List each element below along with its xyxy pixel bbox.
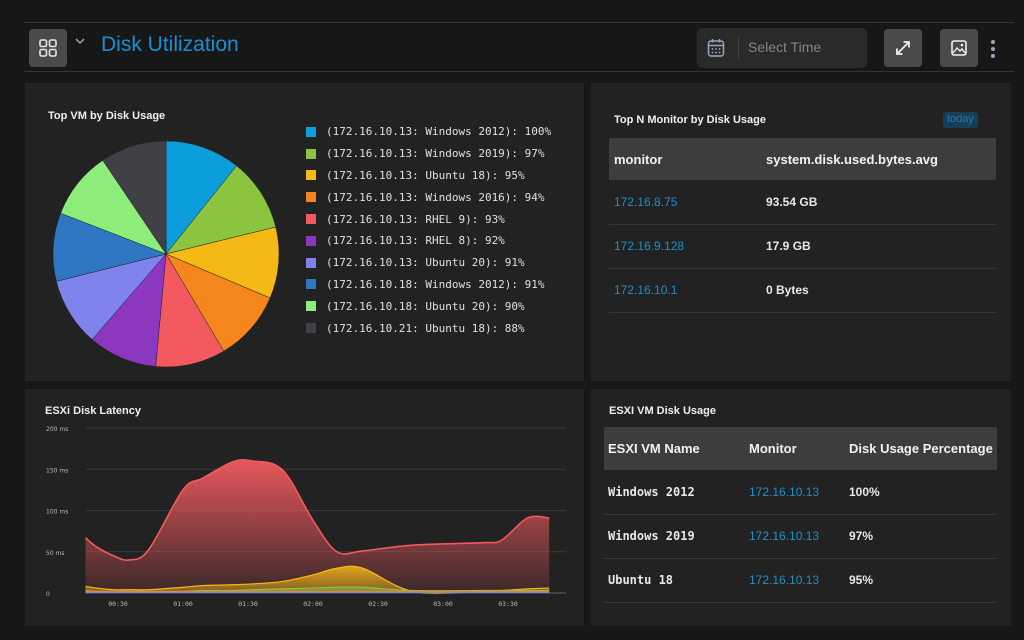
column-header-monitor[interactable]: monitor bbox=[609, 138, 766, 180]
x-tick-label: 03:30 bbox=[498, 600, 518, 608]
legend-label: (172.16.10.13: Windows 2016): 94% bbox=[326, 190, 545, 204]
table-header-row: monitor system.disk.used.bytes.avg bbox=[609, 138, 996, 180]
x-tick-label: 03:00 bbox=[433, 600, 453, 608]
column-header-vm-name[interactable]: ESXI VM Name bbox=[604, 427, 749, 470]
x-tick-label: 01:30 bbox=[238, 600, 258, 608]
y-tick-label: 100 ms bbox=[46, 509, 68, 516]
y-tick-label: 150 ms bbox=[46, 467, 68, 474]
legend-label: (172.16.10.21: Ubuntu 18): 88% bbox=[326, 321, 525, 335]
legend-item[interactable]: (172.16.10.13: Windows 2012): 100% bbox=[306, 121, 551, 143]
vm-name: Windows 2019 bbox=[604, 514, 749, 559]
legend-label: (172.16.10.18: Windows 2012): 91% bbox=[326, 277, 545, 291]
legend-label: (172.16.10.13: Ubuntu 18): 95% bbox=[326, 168, 525, 182]
disk-used-value: 17.9 GB bbox=[766, 224, 996, 269]
top-n-table: monitor system.disk.used.bytes.avg 172.1… bbox=[609, 138, 996, 313]
dashboard-header: Disk Utilization Select Time bbox=[24, 23, 1014, 72]
legend-swatch bbox=[306, 279, 316, 290]
legend-item[interactable]: (172.16.10.13: Windows 2019): 97% bbox=[306, 143, 551, 165]
legend-swatch bbox=[306, 257, 316, 268]
dashboard-menu-button[interactable] bbox=[29, 29, 67, 67]
vm-name: Ubuntu 18 bbox=[604, 558, 749, 603]
monitor-link[interactable]: 172.16.10.13 bbox=[749, 470, 849, 515]
esxi-vm-table: ESXI VM Name Monitor Disk Usage Percenta… bbox=[604, 427, 997, 603]
legend-item[interactable]: (172.16.10.13: RHEL 9): 93% bbox=[306, 208, 551, 230]
legend-label: (172.16.10.13: RHEL 9): 93% bbox=[326, 212, 505, 226]
table-row: Ubuntu 18 172.16.10.13 95% bbox=[604, 558, 997, 603]
top-n-monitor-panel: Top N Monitor by Disk Usage today monito… bbox=[591, 83, 1011, 381]
legend-swatch bbox=[306, 235, 316, 246]
pie-legend: (172.16.10.13: Windows 2012): 100% (172.1… bbox=[306, 121, 551, 339]
legend-swatch bbox=[306, 148, 316, 159]
panel-title: Top N Monitor by Disk Usage bbox=[614, 114, 766, 126]
legend-label: (172.16.10.18: Ubuntu 20): 90% bbox=[326, 299, 525, 313]
monitor-link[interactable]: 172.16.10.13 bbox=[749, 514, 849, 559]
top-vm-disk-usage-panel: Top VM by Disk Usage (172.16.10.13: Wind… bbox=[25, 83, 584, 381]
esxi-vm-disk-usage-panel: ESXI VM Disk Usage ESXI VM Name Monitor … bbox=[591, 389, 1011, 626]
legend-item[interactable]: (172.16.10.13: Windows 2016): 94% bbox=[306, 186, 551, 208]
disk-used-value: 93.54 GB bbox=[766, 180, 996, 225]
table-row: Windows 2012 172.16.10.13 100% bbox=[604, 470, 997, 515]
legend-swatch bbox=[306, 214, 316, 225]
disk-usage-pct: 100% bbox=[849, 470, 997, 515]
legend-label: (172.16.10.13: Windows 2012): 100% bbox=[326, 125, 552, 139]
latency-chart: 0 50 ms 100 ms 150 ms 200 ms 00:30 01:00 01:30 0… bbox=[46, 426, 566, 608]
chevron-down-icon[interactable] bbox=[74, 35, 86, 51]
x-tick-label: 00:30 bbox=[108, 600, 128, 608]
esxi-disk-latency-panel: ESXi Disk Latency 0 50 ms 100 ms 150 ms 200 … bbox=[25, 389, 584, 626]
monitor-link[interactable]: 172.16.10.1 bbox=[609, 268, 766, 313]
legend-item[interactable]: (172.16.10.18: Windows 2012): 91% bbox=[306, 274, 551, 296]
legend-item[interactable]: (172.16.10.21: Ubuntu 18): 88% bbox=[306, 317, 551, 339]
legend-swatch bbox=[306, 192, 316, 203]
disk-usage-pct: 97% bbox=[849, 514, 997, 559]
image-icon bbox=[951, 40, 967, 56]
legend-swatch bbox=[306, 170, 316, 181]
legend-item[interactable]: (172.16.10.13: Ubuntu 20): 91% bbox=[306, 252, 551, 274]
fullscreen-button[interactable] bbox=[884, 29, 922, 67]
panel-title: ESXI VM Disk Usage bbox=[609, 405, 716, 417]
table-row: Windows 2019 172.16.10.13 97% bbox=[604, 514, 997, 559]
table-header-row: ESXI VM Name Monitor Disk Usage Percenta… bbox=[604, 427, 997, 470]
legend-item[interactable]: (172.16.10.13: Ubuntu 18): 95% bbox=[306, 165, 551, 187]
legend-swatch bbox=[306, 126, 316, 137]
expand-icon bbox=[896, 41, 910, 55]
table-row: 172.16.8.75 93.54 GB bbox=[609, 180, 996, 225]
vm-name: Windows 2012 bbox=[604, 470, 749, 515]
separator bbox=[738, 37, 739, 59]
grid-icon bbox=[39, 39, 57, 57]
calendar-icon bbox=[707, 39, 725, 57]
time-selector-placeholder: Select Time bbox=[748, 39, 822, 55]
legend-swatch bbox=[306, 323, 316, 334]
table-row: 172.16.10.1 0 Bytes bbox=[609, 268, 996, 313]
y-tick-label: 0 bbox=[46, 591, 50, 598]
disk-usage-pct: 95% bbox=[849, 558, 997, 603]
y-tick-label: 50 ms bbox=[46, 550, 65, 557]
legend-item[interactable]: (172.16.10.18: Ubuntu 20): 90% bbox=[306, 295, 551, 317]
legend-label: (172.16.10.13: Ubuntu 20): 91% bbox=[326, 256, 525, 270]
legend-label: (172.16.10.13: RHEL 8): 92% bbox=[326, 234, 505, 248]
column-header-disk-usage-pct[interactable]: Disk Usage Percentage bbox=[849, 427, 997, 470]
time-range-badge[interactable]: today bbox=[943, 112, 978, 128]
y-tick-label: 200 ms bbox=[46, 426, 68, 433]
column-header-monitor[interactable]: Monitor bbox=[749, 427, 849, 470]
legend-label: (172.16.10.13: Windows 2019): 97% bbox=[326, 147, 545, 161]
time-selector[interactable]: Select Time bbox=[697, 28, 867, 68]
legend-item[interactable]: (172.16.10.13: RHEL 8): 92% bbox=[306, 230, 551, 252]
monitor-link[interactable]: 172.16.10.13 bbox=[749, 558, 849, 603]
monitor-link[interactable]: 172.16.8.75 bbox=[609, 180, 766, 225]
x-tick-label: 01:00 bbox=[173, 600, 193, 608]
table-row: 172.16.9.128 17.9 GB bbox=[609, 224, 996, 269]
x-tick-label: 02:00 bbox=[303, 600, 323, 608]
legend-swatch bbox=[306, 301, 316, 312]
x-tick-label: 02:30 bbox=[368, 600, 388, 608]
more-options-icon[interactable] bbox=[990, 39, 996, 63]
monitor-link[interactable]: 172.16.9.128 bbox=[609, 224, 766, 269]
column-header-disk-used[interactable]: system.disk.used.bytes.avg bbox=[766, 138, 996, 180]
export-image-button[interactable] bbox=[940, 29, 978, 67]
disk-used-value: 0 Bytes bbox=[766, 268, 996, 313]
page-title: Disk Utilization bbox=[101, 33, 239, 56]
pie-chart bbox=[52, 140, 280, 368]
